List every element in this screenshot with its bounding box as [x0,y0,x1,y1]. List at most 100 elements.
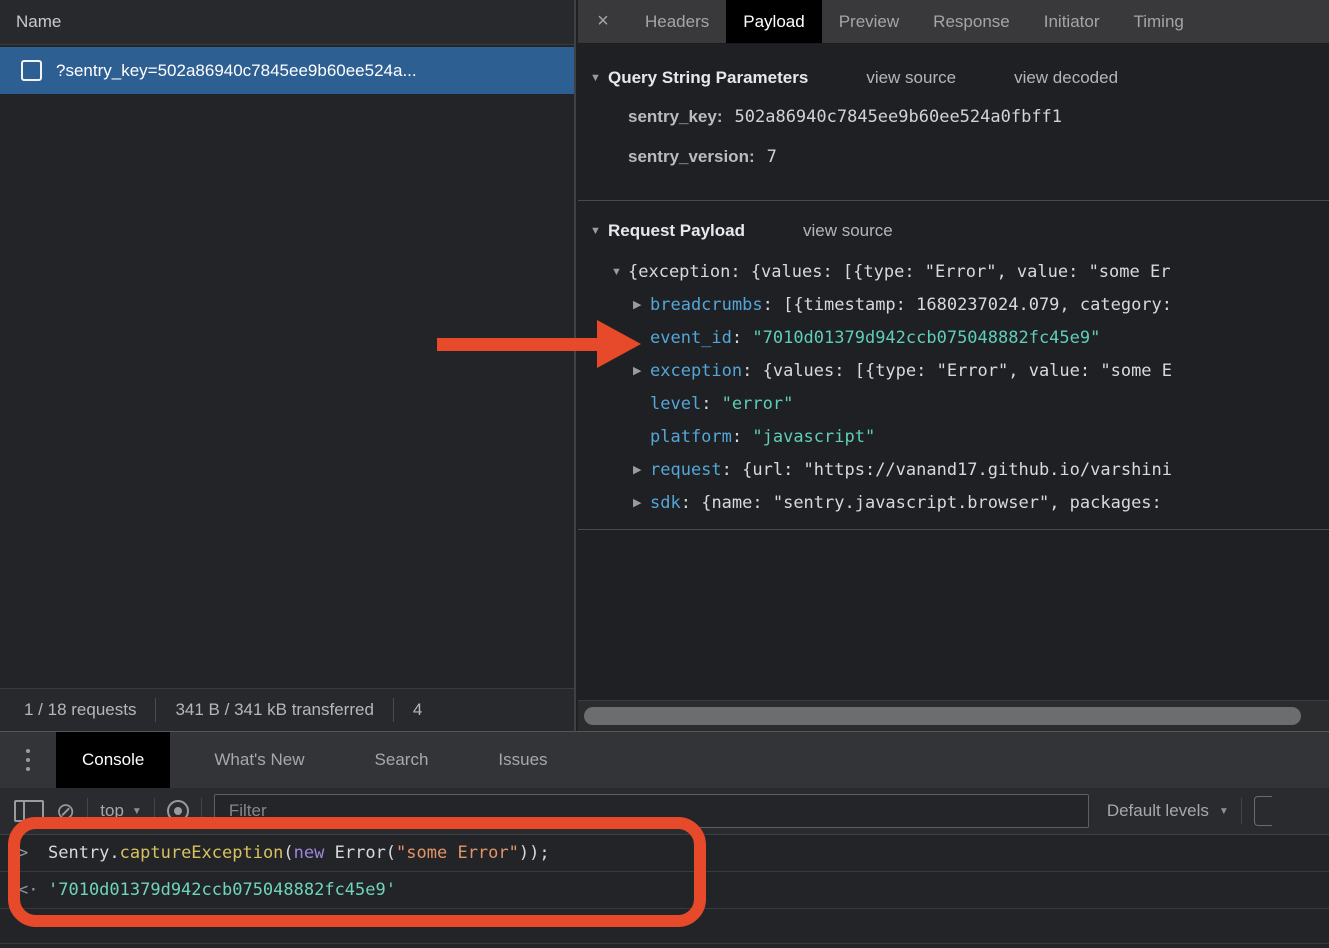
console-toolbar: ⊘ top ▼ Default levels ▼ [0,788,1329,835]
view-source-link[interactable]: view source [803,221,893,241]
json-colon: : [763,289,783,322]
token-keyword: new [294,843,325,863]
clear-console-icon[interactable]: ⊘ [56,800,75,823]
json-value: "7010d01379d942ccb075048882fc45e9" [752,322,1100,355]
console-empty-area [0,909,1329,944]
json-key: level [650,388,701,421]
kebab-menu-icon[interactable] [0,732,56,788]
json-colon: : [701,388,721,421]
devtools-window: Name ?sentry_key=502a86940c7845ee9b60ee5… [0,0,1329,948]
json-colon: : [742,355,762,388]
console-messages: > Sentry.captureException(new Error("som… [0,835,1329,948]
tab-timing[interactable]: Timing [1116,0,1200,43]
tab-issues[interactable]: Issues [472,732,573,788]
expand-triangle-icon[interactable]: ▶ [633,487,650,520]
param-value: 502a86940c7845ee9b60ee524a0fbff1 [735,107,1063,127]
context-label: top [100,801,124,821]
token-method: captureException [120,843,284,863]
json-value: [{timestamp: 1680237024.079, category: [783,289,1172,322]
request-details-panel: × Headers Payload Preview Response Initi… [578,0,1329,731]
tree-row-root[interactable]: ▼ {exception: {values: [{type: "Error", … [578,256,1329,289]
network-request-row[interactable]: ?sentry_key=502a86940c7845ee9b60ee524a..… [0,47,574,94]
tree-row-breadcrumbs[interactable]: ▶ breadcrumbs: [{timestamp: 1680237024.0… [578,289,1329,322]
json-colon: : [722,454,742,487]
tab-search[interactable]: Search [349,732,455,788]
tab-preview[interactable]: Preview [822,0,916,43]
console-input-chevron-icon: > [18,843,48,863]
section-divider [578,200,1329,201]
param-name: sentry_version: [628,147,755,167]
network-statusbar: 1 / 18 requests 341 B / 341 kB transferr… [0,688,574,731]
scrollbar-thumb[interactable] [584,707,1301,725]
network-panel: Name ?sentry_key=502a86940c7845ee9b60ee5… [0,0,576,731]
request-payload-section: ▼ Request Payload view source ▼ {excepti… [578,212,1329,530]
console-result-value: '7010d01379d942ccb075048882fc45e9' [48,880,396,900]
query-param-row: sentry_version: 7 [578,137,1329,177]
expand-triangle-icon[interactable]: ▼ [611,256,628,289]
horizontal-scrollbar [578,700,1329,731]
create-live-expression-icon[interactable] [167,800,189,822]
statusbar-divider [155,698,156,722]
collapse-triangle-icon[interactable]: ▼ [590,72,606,84]
request-checkbox[interactable] [21,60,42,81]
close-icon[interactable]: × [578,0,628,43]
tab-initiator[interactable]: Initiator [1027,0,1117,43]
json-value: {exception: {values: [{type: "Error", va… [628,256,1170,289]
tree-row-level[interactable]: level: "error" [578,388,1329,421]
toolbar-divider [201,798,202,824]
request-payload-header: ▼ Request Payload view source [578,212,1329,250]
tree-row-event-id[interactable]: event_id: "7010d01379d942ccb075048882fc4… [578,322,1329,355]
javascript-context-dropdown[interactable]: top ▼ [100,801,142,821]
expand-triangle-icon[interactable]: ▶ [633,355,650,388]
console-command: Sentry.captureException(new Error("some … [48,843,550,863]
view-source-link[interactable]: view source [866,68,956,88]
tree-row-request[interactable]: ▶ request: {url: "https://vanand17.githu… [578,454,1329,487]
json-key: breadcrumbs [650,289,763,322]
json-key: sdk [650,487,681,520]
tree-row-platform[interactable]: platform: "javascript" [578,421,1329,454]
json-colon: : [732,421,752,454]
console-sidebar-toggle-icon[interactable] [14,800,44,822]
view-decoded-link[interactable]: view decoded [1014,68,1118,88]
json-value: {name: "sentry.javascript.browser", pack… [701,487,1162,520]
tab-headers[interactable]: Headers [628,0,726,43]
settings-button-partial[interactable] [1254,796,1272,826]
token-close: )); [519,843,550,863]
query-string-section: ▼ Query String Parameters view source vi… [578,45,1329,201]
details-tabbar: × Headers Payload Preview Response Initi… [578,0,1329,44]
network-name-column-header[interactable]: Name [0,0,574,45]
statusbar-divider [393,698,394,722]
json-value: "error" [722,388,794,421]
token-string: "some Error" [396,843,519,863]
tree-row-sdk[interactable]: ▶ sdk: {name: "sentry.javascript.browser… [578,487,1329,520]
collapse-triangle-icon[interactable]: ▼ [590,225,606,237]
json-colon: : [732,322,752,355]
log-levels-dropdown[interactable]: Default levels ▼ [1107,801,1229,821]
tab-console[interactable]: Console [56,732,170,788]
toolbar-divider [154,798,155,824]
json-key: request [650,454,722,487]
param-value: 7 [767,147,777,167]
request-name: ?sentry_key=502a86940c7845ee9b60ee524a..… [56,61,417,81]
requests-count: 1 / 18 requests [24,700,136,720]
expand-triangle-icon[interactable]: ▶ [633,454,650,487]
tab-response[interactable]: Response [916,0,1027,43]
payload-view: ▼ Query String Parameters view source vi… [578,45,1329,700]
console-filter-input[interactable] [214,794,1089,828]
toolbar-divider [1241,798,1242,824]
tab-whats-new[interactable]: What's New [188,732,330,788]
statusbar-extra: 4 [413,700,422,720]
drawer-tabbar: Console What's New Search Issues [0,732,1329,788]
token-object: Sentry. [48,843,120,863]
param-name: sentry_key: [628,107,723,127]
expand-triangle-icon[interactable]: ▶ [633,289,650,322]
tab-payload[interactable]: Payload [726,0,821,43]
json-key: event_id [650,322,732,355]
json-key: platform [650,421,732,454]
token-paren: ( [283,843,293,863]
chevron-down-icon: ▼ [132,806,142,817]
console-result: <· '7010d01379d942ccb075048882fc45e9' [0,872,1329,909]
query-string-header: ▼ Query String Parameters view source vi… [578,59,1329,97]
transferred-size: 341 B / 341 kB transferred [175,700,373,720]
tree-row-exception[interactable]: ▶ exception: {values: [{type: "Error", v… [578,355,1329,388]
